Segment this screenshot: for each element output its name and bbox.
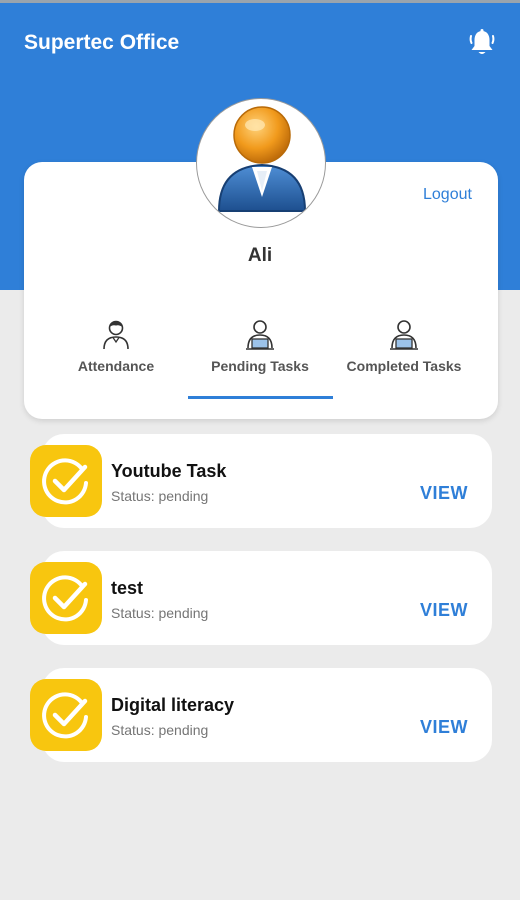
person-laptop-icon <box>246 320 274 350</box>
tab-label: Pending Tasks <box>211 358 309 374</box>
check-circle-icon <box>30 562 102 634</box>
user-name: Ali <box>247 245 273 266</box>
person-laptop-icon <box>390 320 418 350</box>
person-icon <box>103 320 129 350</box>
task-status: Status: pending <box>111 605 209 621</box>
check-circle-icon <box>30 679 102 751</box>
tab-completed-tasks[interactable]: Completed Tasks <box>332 318 476 398</box>
task-status: Status: pending <box>111 722 209 738</box>
task-title: Digital literacy <box>111 695 235 715</box>
task-card[interactable] <box>42 551 492 645</box>
task-card[interactable] <box>42 668 492 762</box>
tab-label: Attendance <box>77 358 155 374</box>
tab-pending-tasks[interactable]: Pending Tasks <box>188 318 332 398</box>
tab-attendance[interactable]: Attendance <box>44 318 188 398</box>
logout-link[interactable]: Logout <box>423 186 472 204</box>
selected-tab-indicator <box>188 396 333 399</box>
check-circle-icon <box>30 445 102 517</box>
tab-label: Completed Tasks <box>346 358 462 374</box>
view-button[interactable]: VIEW <box>420 483 468 504</box>
task-title: Youtube Task <box>111 461 227 481</box>
task-title: test <box>111 578 144 598</box>
bell-icon[interactable] <box>466 27 498 59</box>
view-button[interactable]: VIEW <box>420 600 468 621</box>
task-status: Status: pending <box>111 488 209 504</box>
task-card[interactable] <box>42 434 492 528</box>
user-avatar-icon[interactable] <box>196 98 326 228</box>
view-button[interactable]: VIEW <box>420 717 468 738</box>
app-title: Supertec Office <box>24 31 180 54</box>
